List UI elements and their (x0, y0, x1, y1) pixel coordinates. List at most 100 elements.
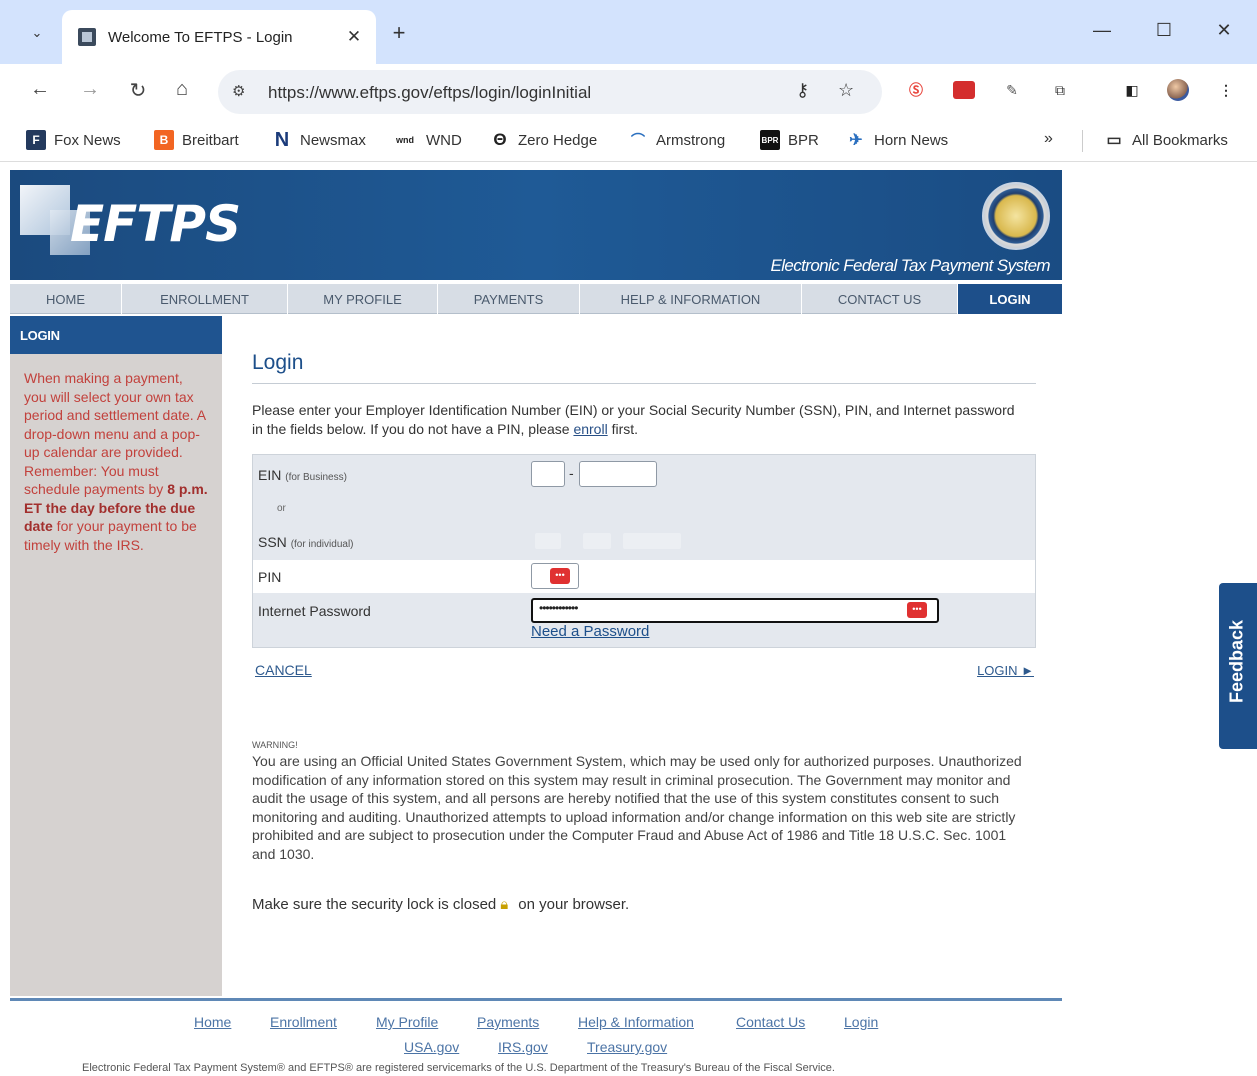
side-panel-icon[interactable]: ◧ (1120, 78, 1144, 102)
tab-close-icon[interactable]: ✕ (340, 27, 368, 47)
login-button[interactable]: LOGIN ► (977, 663, 1034, 678)
browser-toolbar: ← → ↻ ⌂ ⚙ https://www.eftps.gov/eftps/lo… (0, 64, 1257, 120)
page-title: Login (252, 351, 304, 374)
bookmark-star-icon[interactable]: ☆ (838, 80, 854, 101)
pin-label: PIN (258, 569, 282, 585)
title-divider (252, 383, 1036, 384)
footer-divider (10, 998, 1062, 1001)
padlock-icon: 🔒︎ (500, 896, 509, 913)
enroll-link[interactable]: enroll (573, 421, 607, 437)
password-manager-key-icon[interactable]: ••• (550, 568, 570, 584)
feedback-tab[interactable]: Feedback (1219, 583, 1257, 749)
footer-link-treasury-gov[interactable]: Treasury.gov (587, 1039, 667, 1055)
tab-favicon-icon (78, 28, 96, 46)
bookmark-wnd[interactable]: wnd WND (392, 130, 462, 150)
footer-link-help-information[interactable]: Help & Information (578, 1014, 694, 1030)
eftps-banner: EFTPS Electronic Federal Tax Payment Sys… (10, 170, 1062, 280)
reload-button[interactable]: ↻ (124, 78, 152, 103)
ein-suffix-input[interactable] (579, 461, 657, 487)
ssn-part2-input[interactable] (583, 533, 611, 549)
wnd-icon: wnd (396, 135, 414, 145)
browser-titlebar: ⌄ Welcome To EFTPS - Login ✕ + — ☐ ✕ (0, 0, 1257, 64)
sidebar-heading: LOGIN (10, 316, 222, 354)
bookmark-fox-news[interactable]: F Fox News (26, 130, 121, 150)
bookmark-newsmax[interactable]: N Newsmax (272, 129, 366, 151)
profile-avatar[interactable] (1166, 78, 1190, 102)
footer-link-enrollment[interactable]: Enrollment (270, 1014, 337, 1030)
cancel-button[interactable]: CANCEL (255, 662, 312, 678)
forward-button[interactable]: → (76, 78, 104, 101)
back-button[interactable]: ← (26, 78, 54, 101)
footer-link-my-profile[interactable]: My Profile (376, 1014, 438, 1030)
browser-tab[interactable]: Welcome To EFTPS - Login ✕ (62, 10, 376, 64)
main-navigation: HOME ENROLLMENT MY PROFILE PAYMENTS HELP… (10, 284, 1062, 314)
fox-news-icon: F (26, 130, 46, 150)
password-manager-key-icon[interactable]: ••• (907, 602, 927, 618)
internet-password-input[interactable]: •••••••••••• ••• (531, 598, 939, 623)
extension-s-icon[interactable]: Ⓢ (904, 78, 928, 102)
footer-servicemark-note: Electronic Federal Tax Payment System® a… (82, 1062, 835, 1074)
new-tab-button[interactable]: + (386, 20, 412, 46)
url-text[interactable]: https://www.eftps.gov/eftps/login/loginI… (268, 83, 591, 103)
address-bar[interactable]: ⚙ https://www.eftps.gov/eftps/login/logi… (218, 70, 882, 114)
horn-news-icon: ✈ (849, 132, 863, 149)
sidebar: LOGIN When making a payment, you will se… (10, 316, 222, 996)
nav-home[interactable]: HOME (10, 284, 122, 314)
pin-row (253, 560, 1035, 593)
minimize-button[interactable]: — (1082, 20, 1122, 41)
tab-title: Welcome To EFTPS - Login (108, 28, 293, 46)
login-form: EIN (for Business) - or SSN (for individ… (252, 454, 1036, 648)
treasury-seal-icon (982, 182, 1050, 250)
pin-input[interactable]: ••• (531, 563, 579, 589)
nav-login[interactable]: LOGIN (958, 284, 1062, 314)
eftps-logo[interactable]: EFTPS (70, 195, 241, 253)
extension-pen-icon[interactable]: ✎ (1000, 78, 1024, 102)
maximize-button[interactable]: ☐ (1144, 20, 1184, 41)
footer-link-payments[interactable]: Payments (477, 1014, 539, 1030)
close-window-button[interactable]: ✕ (1204, 20, 1244, 41)
folder-icon: ▭ (1106, 132, 1122, 149)
warning-text: You are using an Official United States … (252, 753, 1022, 862)
footer-link-irs-gov[interactable]: IRS.gov (498, 1039, 548, 1055)
bookmark-armstrong[interactable]: ⌒ Armstrong (628, 130, 725, 150)
nav-my-profile[interactable]: MY PROFILE (288, 284, 438, 314)
ssn-part3-input[interactable] (623, 533, 681, 549)
ein-prefix-input[interactable] (531, 461, 565, 487)
bookmarks-overflow-button[interactable]: » (1044, 130, 1053, 148)
bookmark-breitbart[interactable]: B Breitbart (154, 130, 239, 150)
warning-heading: WARNING! (252, 740, 298, 750)
footer-link-contact-us[interactable]: Contact Us (736, 1014, 805, 1030)
ein-dash: - (569, 465, 574, 481)
need-password-link[interactable]: Need a Password (531, 623, 649, 640)
bookmark-bpr[interactable]: BPR BPR (760, 130, 819, 150)
home-button[interactable]: ⌂ (168, 78, 196, 101)
zero-hedge-icon: Θ (493, 130, 507, 149)
password-key-icon[interactable]: ⚷ (796, 80, 809, 101)
ssn-part1-input[interactable] (535, 533, 561, 549)
bookmark-zero-hedge[interactable]: Θ Zero Hedge (490, 130, 597, 150)
bookmarks-bar: F Fox News B Breitbart N Newsmax wnd WND Θ Ze… (0, 120, 1257, 162)
footer-link-home[interactable]: Home (194, 1014, 231, 1030)
extensions-puzzle-icon[interactable]: ⧉ (1048, 78, 1072, 102)
tab-search-button[interactable]: ⌄ (22, 18, 52, 48)
bookmarks-divider (1082, 130, 1083, 152)
login-instructions: Please enter your Employer Identificatio… (252, 402, 1015, 437)
menu-kebab-icon[interactable]: ⋮ (1214, 78, 1238, 102)
or-label: or (277, 503, 286, 514)
nav-help-information[interactable]: HELP & INFORMATION (580, 284, 802, 314)
ssn-label: SSN (for individual) (258, 534, 354, 550)
site-info-icon[interactable]: ⚙ (232, 82, 245, 100)
footer-link-usa-gov[interactable]: USA.gov (404, 1039, 459, 1055)
sidebar-notice: When making a payment, you will select y… (24, 370, 208, 553)
nav-enrollment[interactable]: ENROLLMENT (122, 284, 288, 314)
feedback-label: Feedback (1226, 619, 1247, 704)
nav-payments[interactable]: PAYMENTS (438, 284, 580, 314)
bookmark-horn-news[interactable]: ✈ Horn News (846, 130, 948, 150)
armstrong-icon: ⌒ (631, 132, 645, 148)
all-bookmarks-button[interactable]: ▭ All Bookmarks (1104, 130, 1227, 150)
extension-password-icon[interactable] (952, 78, 976, 102)
security-lock-notice: Make sure the security lock is closed 🔒︎… (252, 896, 630, 913)
footer-link-login[interactable]: Login (844, 1014, 878, 1030)
breitbart-icon: B (154, 130, 174, 150)
nav-contact-us[interactable]: CONTACT US (802, 284, 958, 314)
